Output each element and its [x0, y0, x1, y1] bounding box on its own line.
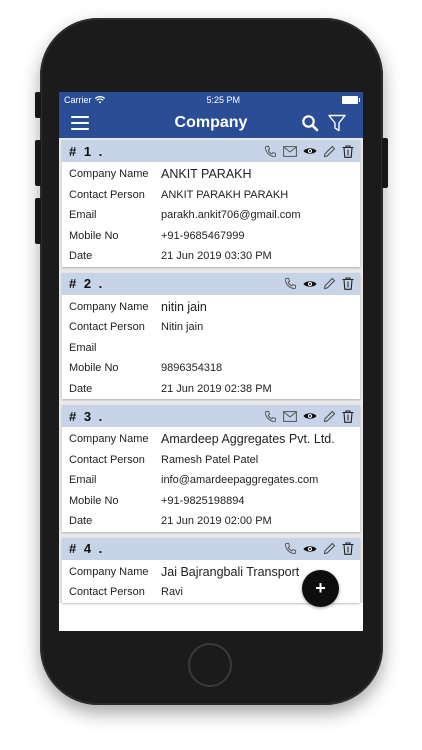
email-row: Email info@amardeepaggregates.com [69, 470, 354, 491]
eye-icon[interactable] [303, 411, 317, 421]
card-number: # 4 . [69, 541, 105, 556]
trash-icon[interactable] [342, 409, 354, 423]
email-row: Email [69, 338, 354, 359]
phone-icon[interactable] [264, 145, 277, 158]
card-number: # 1 . [69, 143, 105, 159]
company-name-label: Company Name [69, 565, 149, 578]
nav-bar: Company [59, 108, 363, 138]
email-row: Email parakh.ankit706@gmail.com [69, 205, 354, 226]
wifi-icon [94, 96, 105, 104]
date-value: 21 Jun 2019 02:38 PM [161, 382, 272, 395]
email-label: Email [69, 209, 97, 222]
company-name-row: Company Name nitin jain [69, 297, 354, 318]
card-number: # 2 . [69, 276, 105, 291]
contact-person-value: Nitin jain [161, 321, 204, 334]
filter-icon[interactable] [328, 114, 346, 132]
company-name-value: ANKIT PARAKH [161, 167, 252, 182]
home-button[interactable] [188, 643, 232, 687]
date-label: Date [69, 250, 93, 263]
company-name-row: Company Name ANKIT PARAKH [69, 164, 354, 185]
mobile-label: Mobile No [69, 494, 119, 507]
volume-up-button [35, 140, 41, 186]
contact-person-row: Contact Person Nitin jain [69, 317, 354, 338]
trash-icon[interactable] [342, 542, 354, 555]
carrier-label: Carrier [64, 95, 92, 105]
date-value: 21 Jun 2019 02:00 PM [161, 515, 272, 528]
company-name-label: Company Name [69, 168, 149, 181]
email-label: Email [69, 474, 97, 487]
mobile-label: Mobile No [69, 362, 119, 375]
app-screen: Carrier 5:25 PM Company # 1 . Company Na… [59, 92, 363, 631]
mobile-row: Mobile No +91-9825198894 [69, 491, 354, 512]
contact-person-label: Contact Person [69, 453, 145, 466]
phone-icon[interactable] [284, 277, 297, 290]
card-number: # 3 . [69, 408, 105, 424]
card-header: # 4 . [62, 537, 360, 560]
contact-person-value: Ramesh Patel Patel [161, 453, 259, 466]
email-value: info@amardeepaggregates.com [161, 474, 319, 487]
company-name-label: Company Name [69, 433, 149, 446]
contact-person-value: ANKIT PARAKH PARAKH [161, 188, 289, 201]
email-value: parakh.ankit706@gmail.com [161, 209, 301, 222]
company-name-label: Company Name [69, 300, 149, 313]
mobile-label: Mobile No [69, 229, 119, 242]
card-header: # 1 . [62, 140, 360, 162]
phone-icon[interactable] [264, 410, 277, 423]
company-card[interactable]: # 1 . Company Name ANKIT PARAKH Contact P… [62, 140, 360, 267]
company-card[interactable]: # 3 . Company Name Amardeep Aggregates Pv… [62, 405, 360, 532]
eye-icon[interactable] [303, 279, 317, 289]
clock: 5:25 PM [206, 95, 241, 105]
date-label: Date [69, 382, 93, 395]
company-name-row: Company Name Amardeep Aggregates Pvt. Ltd… [69, 429, 354, 450]
contact-person-label: Contact Person [69, 586, 145, 599]
add-company-button[interactable]: + [302, 570, 339, 607]
company-name-value: nitin jain [161, 299, 207, 314]
eye-icon[interactable] [303, 146, 317, 156]
contact-person-row: Contact Person Ramesh Patel Patel [69, 450, 354, 471]
search-icon[interactable] [301, 114, 319, 132]
mobile-value: 9896354318 [161, 362, 223, 375]
phone-icon[interactable] [284, 542, 297, 555]
mobile-value: +91-9685467999 [161, 229, 245, 242]
card-header: # 2 . [62, 272, 360, 295]
date-row: Date 21 Jun 2019 02:38 PM [69, 379, 354, 400]
company-list: # 1 . Company Name ANKIT PARAKH Contact P… [59, 138, 363, 603]
email-label: Email [69, 341, 97, 354]
contact-person-row: Contact Person ANKIT PARAKH PARAKH [69, 185, 354, 206]
card-header: # 3 . [62, 405, 360, 427]
trash-icon[interactable] [342, 144, 354, 158]
pencil-icon[interactable] [323, 277, 336, 290]
contact-person-label: Contact Person [69, 188, 145, 201]
mail-icon[interactable] [283, 145, 297, 157]
mobile-row: Mobile No 9896354318 [69, 358, 354, 379]
mobile-value: +91-9825198894 [161, 494, 245, 507]
pencil-icon[interactable] [323, 145, 336, 158]
volume-down-button [35, 198, 41, 244]
date-row: Date 21 Jun 2019 03:30 PM [69, 246, 354, 267]
date-row: Date 21 Jun 2019 02:00 PM [69, 511, 354, 532]
power-button [382, 138, 388, 188]
pencil-icon[interactable] [323, 410, 336, 423]
company-card[interactable]: # 2 . Company Name nitin jain Contact Per… [62, 272, 360, 400]
mute-switch [35, 92, 41, 118]
status-bar: Carrier 5:25 PM [59, 92, 363, 108]
eye-icon[interactable] [303, 544, 317, 554]
battery-icon [341, 96, 360, 104]
mail-icon[interactable] [283, 410, 297, 422]
contact-person-label: Contact Person [69, 321, 145, 334]
trash-icon[interactable] [342, 277, 354, 290]
pencil-icon[interactable] [323, 542, 336, 555]
date-value: 21 Jun 2019 03:30 PM [161, 250, 272, 263]
date-label: Date [69, 515, 93, 528]
mobile-row: Mobile No +91-9685467999 [69, 226, 354, 247]
company-name-value: Amardeep Aggregates Pvt. Ltd. [161, 432, 335, 447]
